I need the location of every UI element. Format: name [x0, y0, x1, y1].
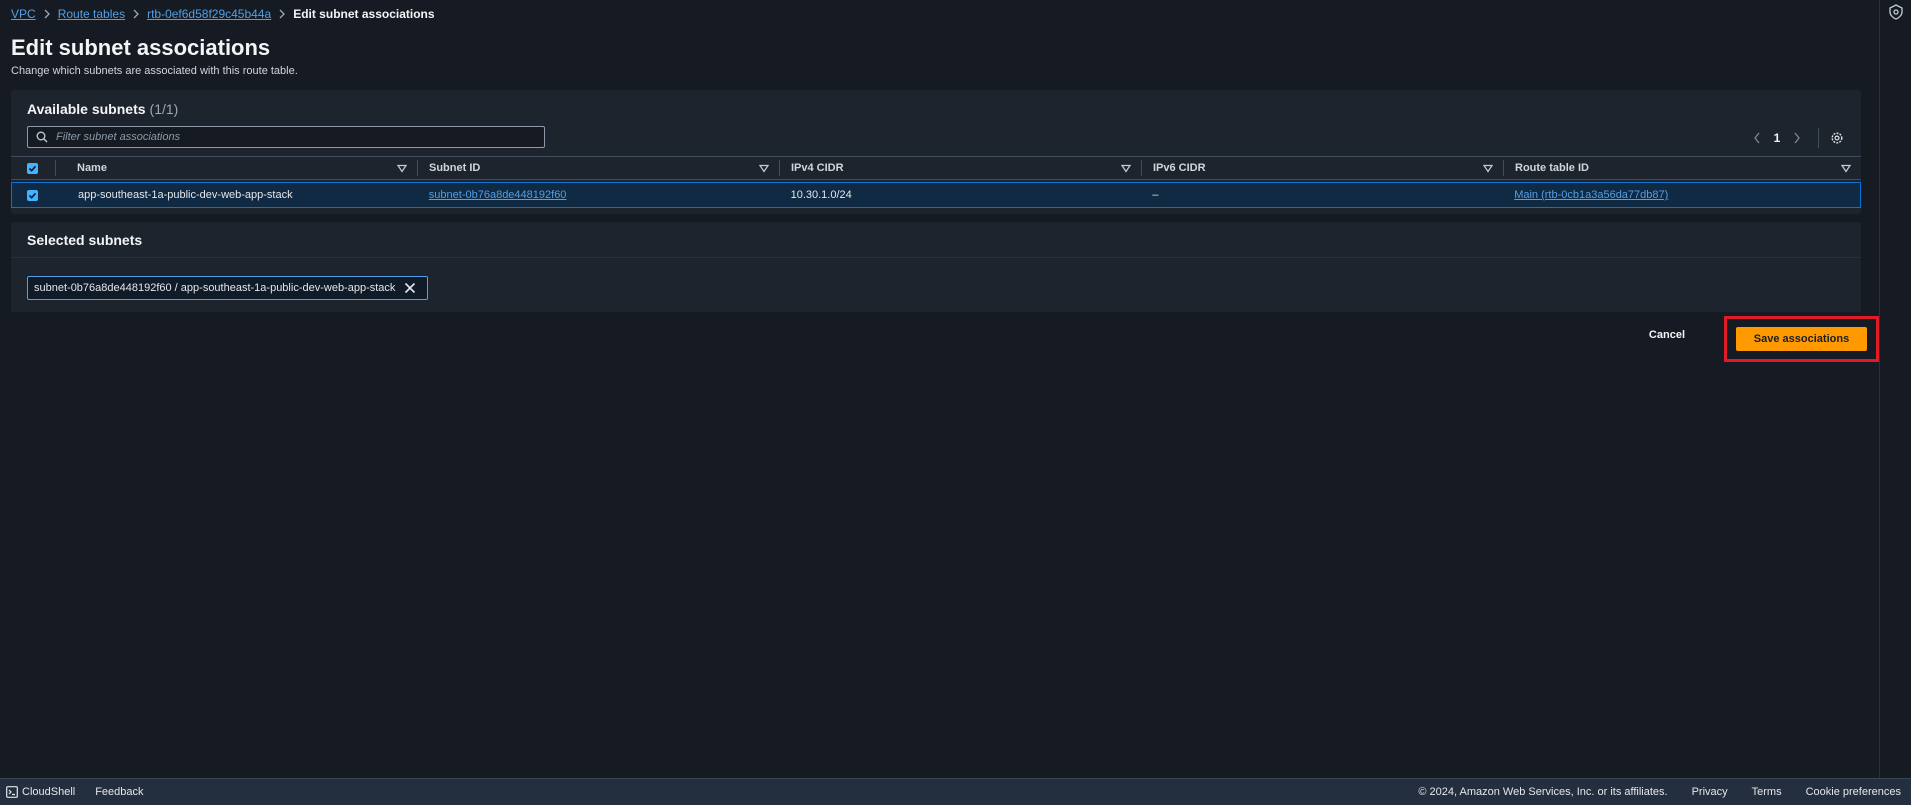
select-all-checkbox[interactable] — [27, 162, 38, 174]
table-header: Name Subnet ID IPv4 CIDR IPv6 CIDR Route… — [11, 156, 1861, 180]
available-subnets-title: Available subnets — [27, 101, 146, 117]
cancel-button[interactable]: Cancel — [1645, 325, 1689, 345]
chevron-left-icon — [1754, 132, 1760, 144]
previous-page-button[interactable] — [1744, 126, 1770, 150]
page-title: Edit subnet associations — [11, 35, 271, 60]
gear-icon — [1831, 132, 1843, 144]
breadcrumb-current: Edit subnet associations — [293, 7, 435, 21]
selected-subnet-token: subnet-0b76a8de448192f60 / app-southeast… — [27, 276, 429, 300]
terms-link[interactable]: Terms — [1752, 786, 1782, 798]
token-label: subnet-0b76a8de448192f60 / app-southeast… — [34, 282, 396, 294]
search-icon — [36, 131, 48, 143]
chevron-right-icon — [36, 9, 58, 19]
sort-caret-icon — [397, 164, 407, 173]
column-label: Name — [77, 162, 107, 174]
settings-shield-icon[interactable] — [1888, 4, 1904, 20]
cell-ipv4-cidr: 10.30.1.0/24 — [790, 189, 852, 201]
next-page-button[interactable] — [1784, 126, 1810, 150]
filter-row: 1 — [27, 126, 1845, 150]
select-all-cell — [11, 157, 55, 179]
column-divider — [1141, 160, 1142, 176]
available-subnets-header: Available subnets (1/1) — [11, 90, 1861, 118]
cell-subnet-id: subnet-0b76a8de448192f60 — [417, 183, 779, 207]
subnet-id-link[interactable]: subnet-0b76a8de448192f60 — [429, 189, 567, 201]
column-header-ipv6-cidr[interactable]: IPv6 CIDR — [1141, 157, 1503, 179]
footer: CloudShell Feedback © 2024, Amazon Web S… — [0, 778, 1911, 805]
column-label: Route table ID — [1515, 162, 1589, 174]
check-icon — [28, 192, 37, 199]
privacy-link[interactable]: Privacy — [1692, 786, 1728, 798]
sort-caret-icon — [1841, 164, 1851, 173]
subnets-table: Name Subnet ID IPv4 CIDR IPv6 CIDR Route… — [11, 156, 1861, 208]
breadcrumb-route-table-id[interactable]: rtb-0ef6d58f29c45b44a — [147, 7, 271, 21]
cell-ipv6-cidr: – — [1152, 189, 1159, 201]
row-checkbox[interactable] — [27, 189, 38, 201]
preferences-button[interactable] — [1829, 130, 1845, 146]
breadcrumb-route-tables[interactable]: Route tables — [58, 7, 125, 21]
column-divider — [779, 160, 780, 176]
sort-caret-icon — [1483, 164, 1493, 173]
footer-left: CloudShell Feedback — [0, 786, 144, 798]
pager-divider — [1818, 128, 1819, 148]
column-header-route-table-id[interactable]: Route table ID — [1503, 157, 1861, 179]
footer-right: © 2024, Amazon Web Services, Inc. or its… — [1418, 786, 1911, 798]
route-table-link[interactable]: Main (rtb-0cb1a3a56da77db87) — [1514, 189, 1668, 201]
cell-route-table-id: Main (rtb-0cb1a3a56da77db87) — [1502, 183, 1860, 207]
form-actions: Cancel Save associations — [1463, 316, 1879, 362]
filter-input[interactable] — [56, 131, 526, 143]
selected-subnets-title: Selected subnets — [27, 232, 143, 248]
feedback-link[interactable]: Feedback — [95, 786, 143, 798]
page-description: Change which subnets are associated with… — [11, 65, 298, 77]
breadcrumb-vpc[interactable]: VPC — [11, 7, 36, 21]
row-select-cell — [12, 183, 55, 207]
column-divider — [55, 160, 56, 176]
close-icon — [405, 282, 416, 294]
cell-name: app-southeast-1a-public-dev-web-app-stac… — [77, 189, 293, 201]
remove-token-button[interactable] — [399, 277, 421, 299]
column-label: IPv6 CIDR — [1153, 162, 1206, 174]
chevron-right-icon — [271, 9, 293, 19]
chevron-right-icon — [125, 9, 147, 19]
cloudshell-link[interactable]: CloudShell — [22, 786, 75, 798]
column-header-name[interactable]: Name — [55, 157, 417, 179]
cloudshell-icon[interactable] — [6, 786, 18, 798]
sort-caret-icon — [759, 164, 769, 173]
available-subnets-count: (1/1) — [149, 101, 179, 117]
cookie-preferences-link[interactable]: Cookie preferences — [1806, 786, 1901, 798]
right-rail — [1879, 0, 1911, 778]
available-subnets-panel: Available subnets (1/1) 1 — [11, 90, 1861, 214]
column-label: IPv4 CIDR — [791, 162, 844, 174]
save-associations-button[interactable]: Save associations — [1736, 327, 1867, 351]
filter-box — [27, 126, 545, 148]
page-number[interactable]: 1 — [1770, 131, 1784, 145]
copyright-text: © 2024, Amazon Web Services, Inc. or its… — [1418, 786, 1668, 798]
column-label: Subnet ID — [429, 162, 481, 174]
column-divider — [417, 160, 418, 176]
highlight-box: Save associations — [1724, 316, 1879, 362]
selected-subnets-panel: Selected subnets subnet-0b76a8de448192f6… — [11, 222, 1861, 312]
sort-caret-icon — [1121, 164, 1131, 173]
selected-subnets-header: Selected subnets — [11, 222, 1861, 258]
column-divider — [1503, 160, 1504, 176]
table-row[interactable]: app-southeast-1a-public-dev-web-app-stac… — [11, 182, 1861, 208]
breadcrumb: VPC Route tables rtb-0ef6d58f29c45b44a E… — [11, 0, 1863, 28]
column-header-ipv4-cidr[interactable]: IPv4 CIDR — [779, 157, 1141, 179]
column-header-subnet-id[interactable]: Subnet ID — [417, 157, 779, 179]
pagination: 1 — [1744, 126, 1845, 150]
check-icon — [28, 165, 37, 172]
main-content: VPC Route tables rtb-0ef6d58f29c45b44a E… — [11, 0, 1879, 362]
chevron-right-icon — [1794, 132, 1800, 144]
